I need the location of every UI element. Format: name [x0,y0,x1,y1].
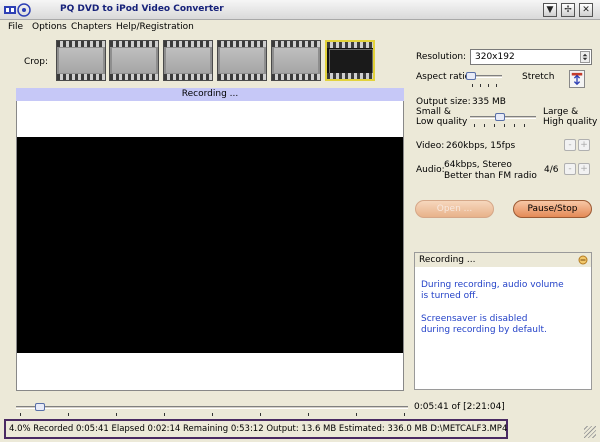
crop-thumbnail-5[interactable] [271,40,321,81]
output-size-value: 335 MB [472,97,506,107]
small-low-quality-label: Small & Low quality [416,107,468,127]
resolution-label: Resolution: [416,52,467,62]
crop-thumbnail-1[interactable] [56,40,106,81]
video-decrease-button[interactable]: - [564,139,576,151]
slider-tick [494,124,495,127]
audio-decrease-button[interactable]: - [564,163,576,175]
aspect-ratio-slider-thumb[interactable] [466,72,476,80]
window-title: PQ DVD to iPod Video Converter [60,4,224,14]
menu-chapters[interactable]: Chapters [71,22,112,32]
info-line-1: During recording, audio volume [421,280,564,290]
pause-stop-button[interactable]: Pause/Stop [513,200,592,218]
audio-level: 4/6 [544,165,559,175]
timeline-tick [164,413,165,416]
video-label: Video: [416,141,445,151]
timeline-tick [404,413,405,416]
crop-tool-icon[interactable] [569,70,585,88]
crop-thumbnail-4[interactable] [217,40,267,81]
crop-label: Crop: [24,57,49,67]
slider-tick [474,124,475,127]
audio-increase-button[interactable]: + [578,163,590,175]
large-high-quality-label: Large & High quality [543,107,598,127]
timeline-tick [68,413,69,416]
info-panel-header: Recording ... [415,253,591,267]
crop-thumbnail-2[interactable] [109,40,159,81]
resolution-select[interactable]: 320x192 [470,49,592,65]
menu-bar: File Options Chapters Help/Registration [0,20,600,35]
slider-tick [504,124,505,127]
stretch-label: Stretch [522,72,555,82]
menu-options[interactable]: Options [32,22,67,32]
info-line-4: during recording by default. [421,325,547,335]
app-logo-icon [4,3,31,17]
slider-tick [524,124,525,127]
spinner-arrows-icon[interactable] [580,51,590,63]
video-display [17,137,403,353]
output-size-label: Output size: [416,97,471,107]
slider-tick [514,124,515,127]
slider-tick [484,124,485,127]
close-button[interactable]: ✕ [579,3,593,17]
audio-value: 64kbps, Stereo Better than FM radio [444,160,537,181]
slider-tick [488,84,489,87]
open-button[interactable]: Open ... [415,200,494,218]
crop-thumbnail-3[interactable] [163,40,213,81]
slider-tick [496,84,497,87]
video-increase-button[interactable]: + [578,139,590,151]
timeline-tick [308,413,309,416]
slider-tick [480,84,481,87]
timeline-tick [260,413,261,416]
resize-grip-icon[interactable] [584,426,596,438]
info-line-2: is turned off. [421,291,479,301]
menu-help-registration[interactable]: Help/Registration [116,22,194,32]
timeline-tick [356,413,357,416]
video-bitrate-value: 260kbps, 15fps [446,141,516,151]
minimize-button[interactable]: ▼ [543,3,557,17]
timeline-track[interactable] [16,406,408,409]
timeline-tick [20,413,21,416]
timeline-tick [212,413,213,416]
timeline-thumb[interactable] [35,403,46,411]
info-line-3: Screensaver is disabled [421,314,528,324]
restore-button[interactable]: ✢ [561,3,575,17]
audio-label: Audio: [416,165,445,175]
quality-slider-thumb[interactable] [495,113,505,121]
status-bar: 4.0% Recorded 0:05:41 Elapsed 0:02:14 Re… [4,419,508,439]
slider-tick [472,84,473,87]
title-bar[interactable]: PQ DVD to iPod Video Converter ▼ ✢ ✕ [0,0,600,20]
aspect-ratio-label: Aspect ratio [416,72,471,82]
crop-thumbnail-selected[interactable] [325,40,375,81]
resolution-value: 320x192 [475,52,515,62]
menu-file[interactable]: File [8,22,23,32]
video-status-header: Recording ... [16,88,404,101]
timeline-slider[interactable] [16,403,408,418]
timeline-position-text: 0:05:41 of [2:21:04] [414,402,505,412]
collapse-icon[interactable] [578,255,588,265]
timeline-tick [116,413,117,416]
